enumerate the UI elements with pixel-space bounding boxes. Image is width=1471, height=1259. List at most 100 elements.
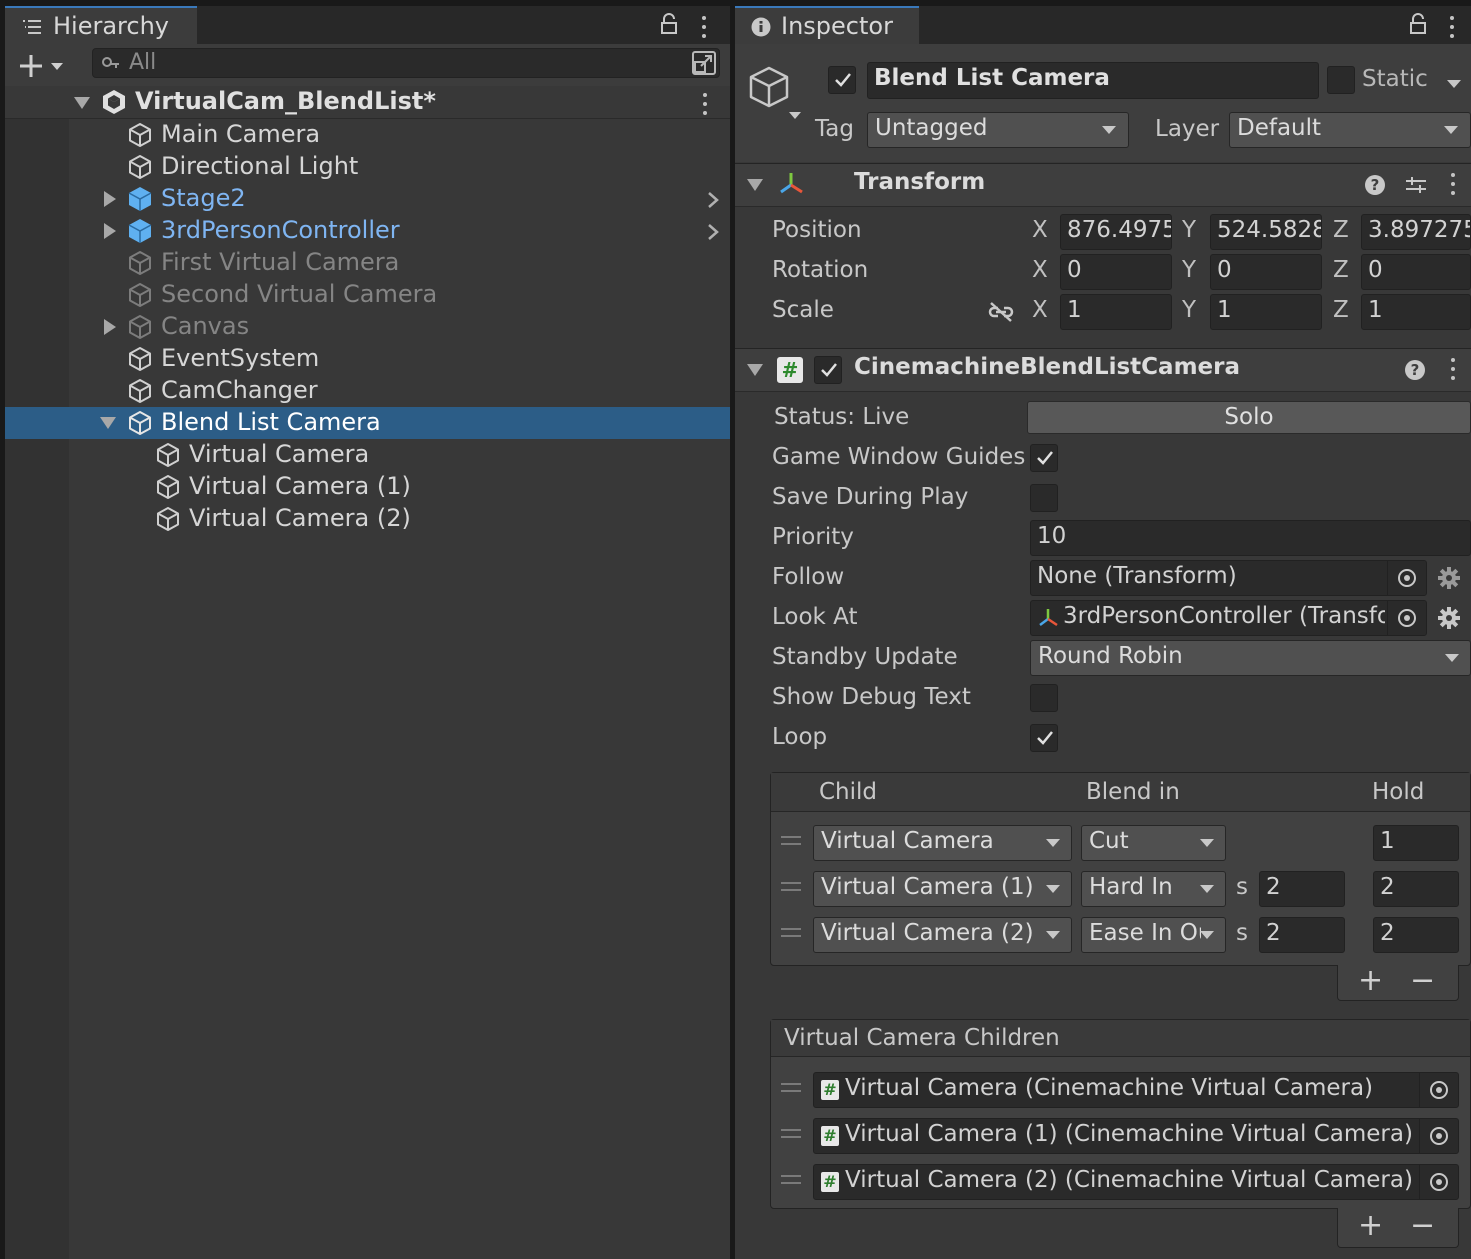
instruction-blend-dropdown[interactable]: Cut bbox=[1081, 825, 1226, 861]
transform-header[interactable]: Transform ? bbox=[735, 163, 1471, 207]
add-child-button[interactable]: + bbox=[1358, 1208, 1383, 1243]
hierarchy-item[interactable]: 3rdPersonController bbox=[5, 215, 730, 247]
hierarchy-item[interactable]: CamChanger bbox=[5, 375, 730, 407]
collapse-arrow-icon[interactable] bbox=[747, 179, 763, 191]
show-debug-text-checkbox[interactable] bbox=[1030, 684, 1058, 712]
open-prefab-chevron-icon[interactable] bbox=[707, 223, 719, 241]
collapsed-arrow-icon[interactable] bbox=[104, 319, 116, 335]
object-name-field[interactable]: Blend List Camera bbox=[867, 62, 1319, 99]
collapse-arrow-icon[interactable] bbox=[747, 364, 763, 376]
position-x-axis-label[interactable]: X bbox=[1032, 217, 1048, 243]
priority-field[interactable]: 10 bbox=[1030, 520, 1471, 556]
expand-arrow-icon[interactable] bbox=[74, 97, 90, 109]
scale-x-field[interactable]: 1 bbox=[1060, 294, 1172, 330]
game-window-guides-checkbox[interactable] bbox=[1030, 444, 1058, 472]
instruction-blend-time-field[interactable]: 2 bbox=[1259, 871, 1345, 907]
collapsed-arrow-icon[interactable] bbox=[104, 223, 116, 239]
active-checkbox[interactable] bbox=[828, 66, 856, 94]
scale-z-field[interactable]: 1 bbox=[1361, 294, 1471, 330]
hierarchy-item[interactable]: EventSystem bbox=[5, 343, 730, 375]
loop-checkbox[interactable] bbox=[1030, 724, 1058, 752]
tag-dropdown[interactable]: Untagged bbox=[867, 112, 1129, 148]
position-y-field[interactable]: 524.5828 bbox=[1210, 214, 1322, 250]
drag-handle-icon[interactable] bbox=[781, 1175, 801, 1189]
position-z-axis-label[interactable]: Z bbox=[1333, 217, 1349, 243]
lock-icon[interactable] bbox=[660, 13, 678, 35]
scale-y-field[interactable]: 1 bbox=[1210, 294, 1322, 330]
hierarchy-item[interactable]: Virtual Camera (1) bbox=[5, 471, 730, 503]
gameobject-icon[interactable] bbox=[745, 62, 805, 122]
rotation-y-field[interactable]: 0 bbox=[1210, 254, 1322, 290]
expand-arrow-icon[interactable] bbox=[100, 417, 116, 429]
tab-inspector[interactable]: Inspector bbox=[735, 6, 919, 44]
static-dropdown-icon[interactable] bbox=[1447, 80, 1461, 88]
drag-handle-icon[interactable] bbox=[781, 928, 801, 942]
look-at-gear-icon[interactable] bbox=[1438, 607, 1460, 629]
instruction-hold-field[interactable]: 2 bbox=[1373, 917, 1459, 953]
add-instruction-button[interactable]: + bbox=[1358, 963, 1383, 998]
solo-button[interactable]: Solo bbox=[1027, 401, 1471, 434]
scale-z-axis-label[interactable]: Z bbox=[1333, 297, 1349, 323]
hierarchy-item[interactable]: Virtual Camera (2) bbox=[5, 503, 730, 535]
hierarchy-item[interactable]: Canvas bbox=[5, 311, 730, 343]
rotation-z-field[interactable]: 0 bbox=[1361, 254, 1471, 290]
help-icon[interactable]: ? bbox=[1364, 174, 1386, 196]
save-during-play-checkbox[interactable] bbox=[1030, 484, 1058, 512]
drag-handle-icon[interactable] bbox=[781, 1129, 801, 1143]
rotation-y-axis-label[interactable]: Y bbox=[1182, 257, 1196, 283]
look-at-picker[interactable] bbox=[1387, 601, 1426, 635]
look-at-field[interactable]: 3rdPersonController (Transfo bbox=[1030, 600, 1427, 636]
rotation-x-axis-label[interactable]: X bbox=[1032, 257, 1048, 283]
child-camera-picker[interactable] bbox=[1419, 1165, 1458, 1199]
constrain-proportions-icon[interactable] bbox=[987, 301, 1015, 323]
position-y-axis-label[interactable]: Y bbox=[1182, 217, 1196, 243]
follow-picker[interactable] bbox=[1387, 561, 1426, 595]
position-x-field[interactable]: 876.4975 bbox=[1060, 214, 1172, 250]
create-dropdown-button[interactable] bbox=[17, 53, 71, 79]
follow-field[interactable]: None (Transform) bbox=[1030, 560, 1427, 596]
scale-y-axis-label[interactable]: Y bbox=[1182, 297, 1196, 323]
open-prefab-chevron-icon[interactable] bbox=[707, 191, 719, 209]
instruction-blend-dropdown[interactable]: Hard In bbox=[1081, 871, 1226, 907]
hierarchy-item[interactable]: First Virtual Camera bbox=[5, 247, 730, 279]
instruction-hold-field[interactable]: 2 bbox=[1373, 871, 1459, 907]
component-enabled-checkbox[interactable] bbox=[814, 356, 842, 384]
instruction-child-dropdown[interactable]: Virtual Camera bbox=[813, 825, 1072, 861]
hierarchy-item[interactable]: Second Virtual Camera bbox=[5, 279, 730, 311]
hierarchy-item[interactable]: Virtual Camera bbox=[5, 439, 730, 471]
inspector-more-icon[interactable] bbox=[1450, 16, 1456, 43]
drag-handle-icon[interactable] bbox=[781, 836, 801, 850]
instruction-blend-dropdown[interactable]: Ease In Ou bbox=[1081, 917, 1226, 953]
inspector-lock-icon[interactable] bbox=[1409, 13, 1427, 35]
more-options-icon[interactable] bbox=[702, 16, 708, 43]
scene-more-icon[interactable] bbox=[703, 93, 709, 120]
child-camera-field[interactable]: # Virtual Camera (2) (Cinemachine Virtual… bbox=[813, 1164, 1459, 1200]
hierarchy-item[interactable]: Main Camera bbox=[5, 119, 730, 151]
scale-x-axis-label[interactable]: X bbox=[1032, 297, 1048, 323]
tab-hierarchy[interactable]: Hierarchy bbox=[5, 6, 197, 44]
hierarchy-item[interactable]: Directional Light bbox=[5, 151, 730, 183]
layer-dropdown[interactable]: Default bbox=[1229, 112, 1471, 148]
child-camera-picker[interactable] bbox=[1419, 1119, 1458, 1153]
hierarchy-item[interactable]: Stage2 bbox=[5, 183, 730, 215]
collapsed-arrow-icon[interactable] bbox=[104, 191, 116, 207]
instruction-child-dropdown[interactable]: Virtual Camera (2) bbox=[813, 917, 1072, 953]
drag-handle-icon[interactable] bbox=[781, 882, 801, 896]
follow-gear-icon[interactable] bbox=[1438, 567, 1460, 589]
rotation-z-axis-label[interactable]: Z bbox=[1333, 257, 1349, 283]
scene-row[interactable]: VirtualCam_BlendList* bbox=[5, 86, 730, 119]
presets-icon[interactable] bbox=[1404, 174, 1428, 196]
instruction-child-dropdown[interactable]: Virtual Camera (1) bbox=[813, 871, 1072, 907]
drag-handle-icon[interactable] bbox=[781, 1083, 801, 1097]
position-z-field[interactable]: 3.897275 bbox=[1361, 214, 1471, 250]
hierarchy-item[interactable]: Blend List Camera bbox=[5, 407, 730, 439]
remove-instruction-button[interactable]: − bbox=[1410, 963, 1435, 998]
hierarchy-search-field[interactable]: All bbox=[92, 48, 720, 78]
component-help-icon[interactable]: ? bbox=[1404, 359, 1426, 381]
child-camera-field[interactable]: # Virtual Camera (1) (Cinemachine Virtual… bbox=[813, 1118, 1459, 1154]
scene-search-icon[interactable] bbox=[691, 50, 717, 76]
child-camera-field[interactable]: # Virtual Camera (Cinemachine Virtual Cam… bbox=[813, 1072, 1459, 1108]
transform-more-icon[interactable] bbox=[1451, 173, 1457, 200]
rotation-x-field[interactable]: 0 bbox=[1060, 254, 1172, 290]
standby-update-dropdown[interactable]: Round Robin bbox=[1030, 640, 1471, 676]
